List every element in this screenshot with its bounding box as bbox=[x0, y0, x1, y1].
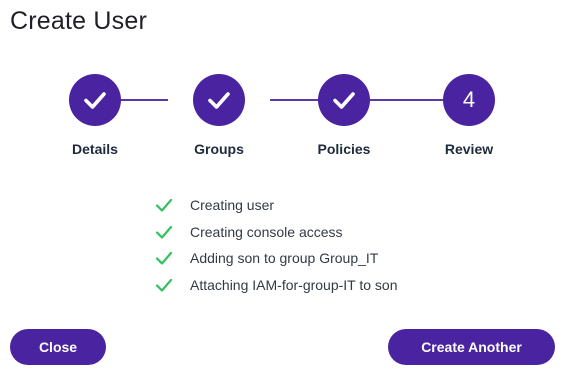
step-connector bbox=[120, 99, 168, 101]
log-item: Adding son to group Group_IT bbox=[154, 245, 494, 272]
step-label-details: Details bbox=[72, 141, 118, 157]
close-button[interactable]: Close bbox=[10, 329, 106, 365]
log-item-text: Creating user bbox=[190, 197, 275, 214]
step-groups-circle bbox=[193, 74, 245, 126]
progress-log: Creating user Creating console access Ad… bbox=[154, 192, 494, 298]
check-icon bbox=[208, 92, 230, 109]
check-icon bbox=[333, 92, 355, 109]
check-icon bbox=[155, 278, 173, 292]
step-policies-circle bbox=[318, 74, 370, 126]
log-item: Attaching IAM-for-group-IT to son bbox=[154, 272, 494, 299]
check-icon bbox=[84, 92, 106, 109]
check-icon bbox=[155, 225, 173, 239]
check-icon bbox=[155, 252, 173, 265]
log-item-text: Attaching IAM-for-group-IT to son bbox=[190, 276, 398, 293]
create-another-button[interactable]: Create Another bbox=[388, 329, 555, 365]
step-details-circle bbox=[69, 74, 121, 126]
step-review-number: 4 bbox=[462, 87, 476, 112]
step-connector bbox=[270, 99, 318, 101]
step-connector bbox=[370, 99, 443, 101]
step-review-circle: 4 bbox=[443, 74, 495, 126]
stepper: 4 Details Groups Policies Review bbox=[0, 0, 564, 170]
step-label-review: Review bbox=[444, 141, 494, 157]
log-item-text: Adding son to group Group_IT bbox=[190, 250, 379, 267]
log-item: Creating user bbox=[154, 192, 494, 219]
step-label-policies: Policies bbox=[317, 141, 371, 157]
log-item: Creating console access bbox=[154, 219, 494, 246]
check-icon bbox=[155, 199, 173, 212]
step-label-groups: Groups bbox=[194, 141, 244, 157]
log-item-text: Creating console access bbox=[190, 223, 343, 240]
